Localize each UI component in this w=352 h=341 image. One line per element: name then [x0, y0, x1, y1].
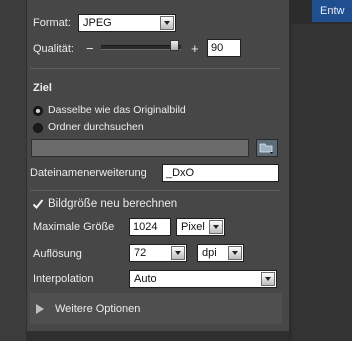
radio-same-as-original-label: Dasselbe wie das Originalbild — [48, 104, 186, 116]
folder-icon — [259, 143, 273, 154]
panel-bottom-bar — [26, 331, 288, 341]
resolution-value: 72 — [134, 247, 147, 259]
resolution-unit-value: dpi — [202, 247, 217, 259]
radio-browse-folder-label: Ordner durchsuchen — [48, 121, 144, 133]
resolution-label: Auflösung — [33, 248, 82, 260]
radio-same-as-original[interactable] — [33, 106, 43, 116]
resolution-unit-dropdown[interactable]: dpi — [197, 244, 244, 262]
extension-input[interactable]: _DxO — [162, 164, 279, 182]
max-size-input[interactable]: 1024 — [129, 218, 171, 236]
extension-label: Dateinamenerweiterung — [30, 167, 147, 179]
chevron-down-icon — [228, 246, 242, 260]
max-size-label: Maximale Größe — [33, 221, 115, 233]
checkbox-resize-label: Bildgröße neu berechnen — [48, 198, 178, 210]
resolution-dropdown[interactable]: 72 — [129, 244, 187, 262]
chevron-down-icon — [160, 16, 174, 30]
more-options-label: Weitere Optionen — [55, 303, 141, 315]
chevron-down-icon — [209, 220, 223, 234]
interpolation-dropdown[interactable]: Auto — [129, 270, 277, 288]
more-options-expander[interactable]: Weitere Optionen — [30, 293, 282, 324]
quality-slider-thumb[interactable] — [170, 40, 179, 51]
quality-increase-button[interactable]: + — [191, 41, 199, 56]
chevron-down-icon — [171, 246, 185, 260]
format-dropdown[interactable]: JPEG — [78, 14, 176, 32]
radio-browse-folder[interactable] — [33, 123, 43, 133]
right-pane — [288, 0, 352, 341]
ziel-heading: Ziel — [33, 82, 52, 94]
max-size-unit-value: Pixel — [181, 221, 205, 233]
browse-folder-button[interactable] — [256, 139, 278, 157]
quality-input[interactable]: 90 — [207, 39, 241, 57]
quality-slider-track[interactable] — [101, 45, 181, 50]
expand-triangle-icon — [36, 304, 44, 314]
interpolation-label: Interpolation — [33, 273, 94, 285]
format-label: Format: — [33, 17, 71, 29]
chevron-down-icon — [261, 272, 275, 286]
format-value: JPEG — [83, 17, 112, 29]
right-pane-content — [292, 24, 352, 341]
divider — [30, 68, 280, 69]
divider — [30, 190, 280, 191]
quality-label: Qualität: — [33, 43, 74, 55]
quality-decrease-button[interactable]: − — [86, 41, 94, 56]
max-size-unit-dropdown[interactable]: Pixel — [176, 218, 225, 236]
checkbox-resize[interactable] — [32, 198, 44, 210]
tab-develop[interactable]: Entw — [312, 0, 352, 22]
interpolation-value: Auto — [134, 273, 157, 285]
destination-path-field[interactable] — [31, 139, 249, 157]
check-icon — [32, 199, 44, 209]
